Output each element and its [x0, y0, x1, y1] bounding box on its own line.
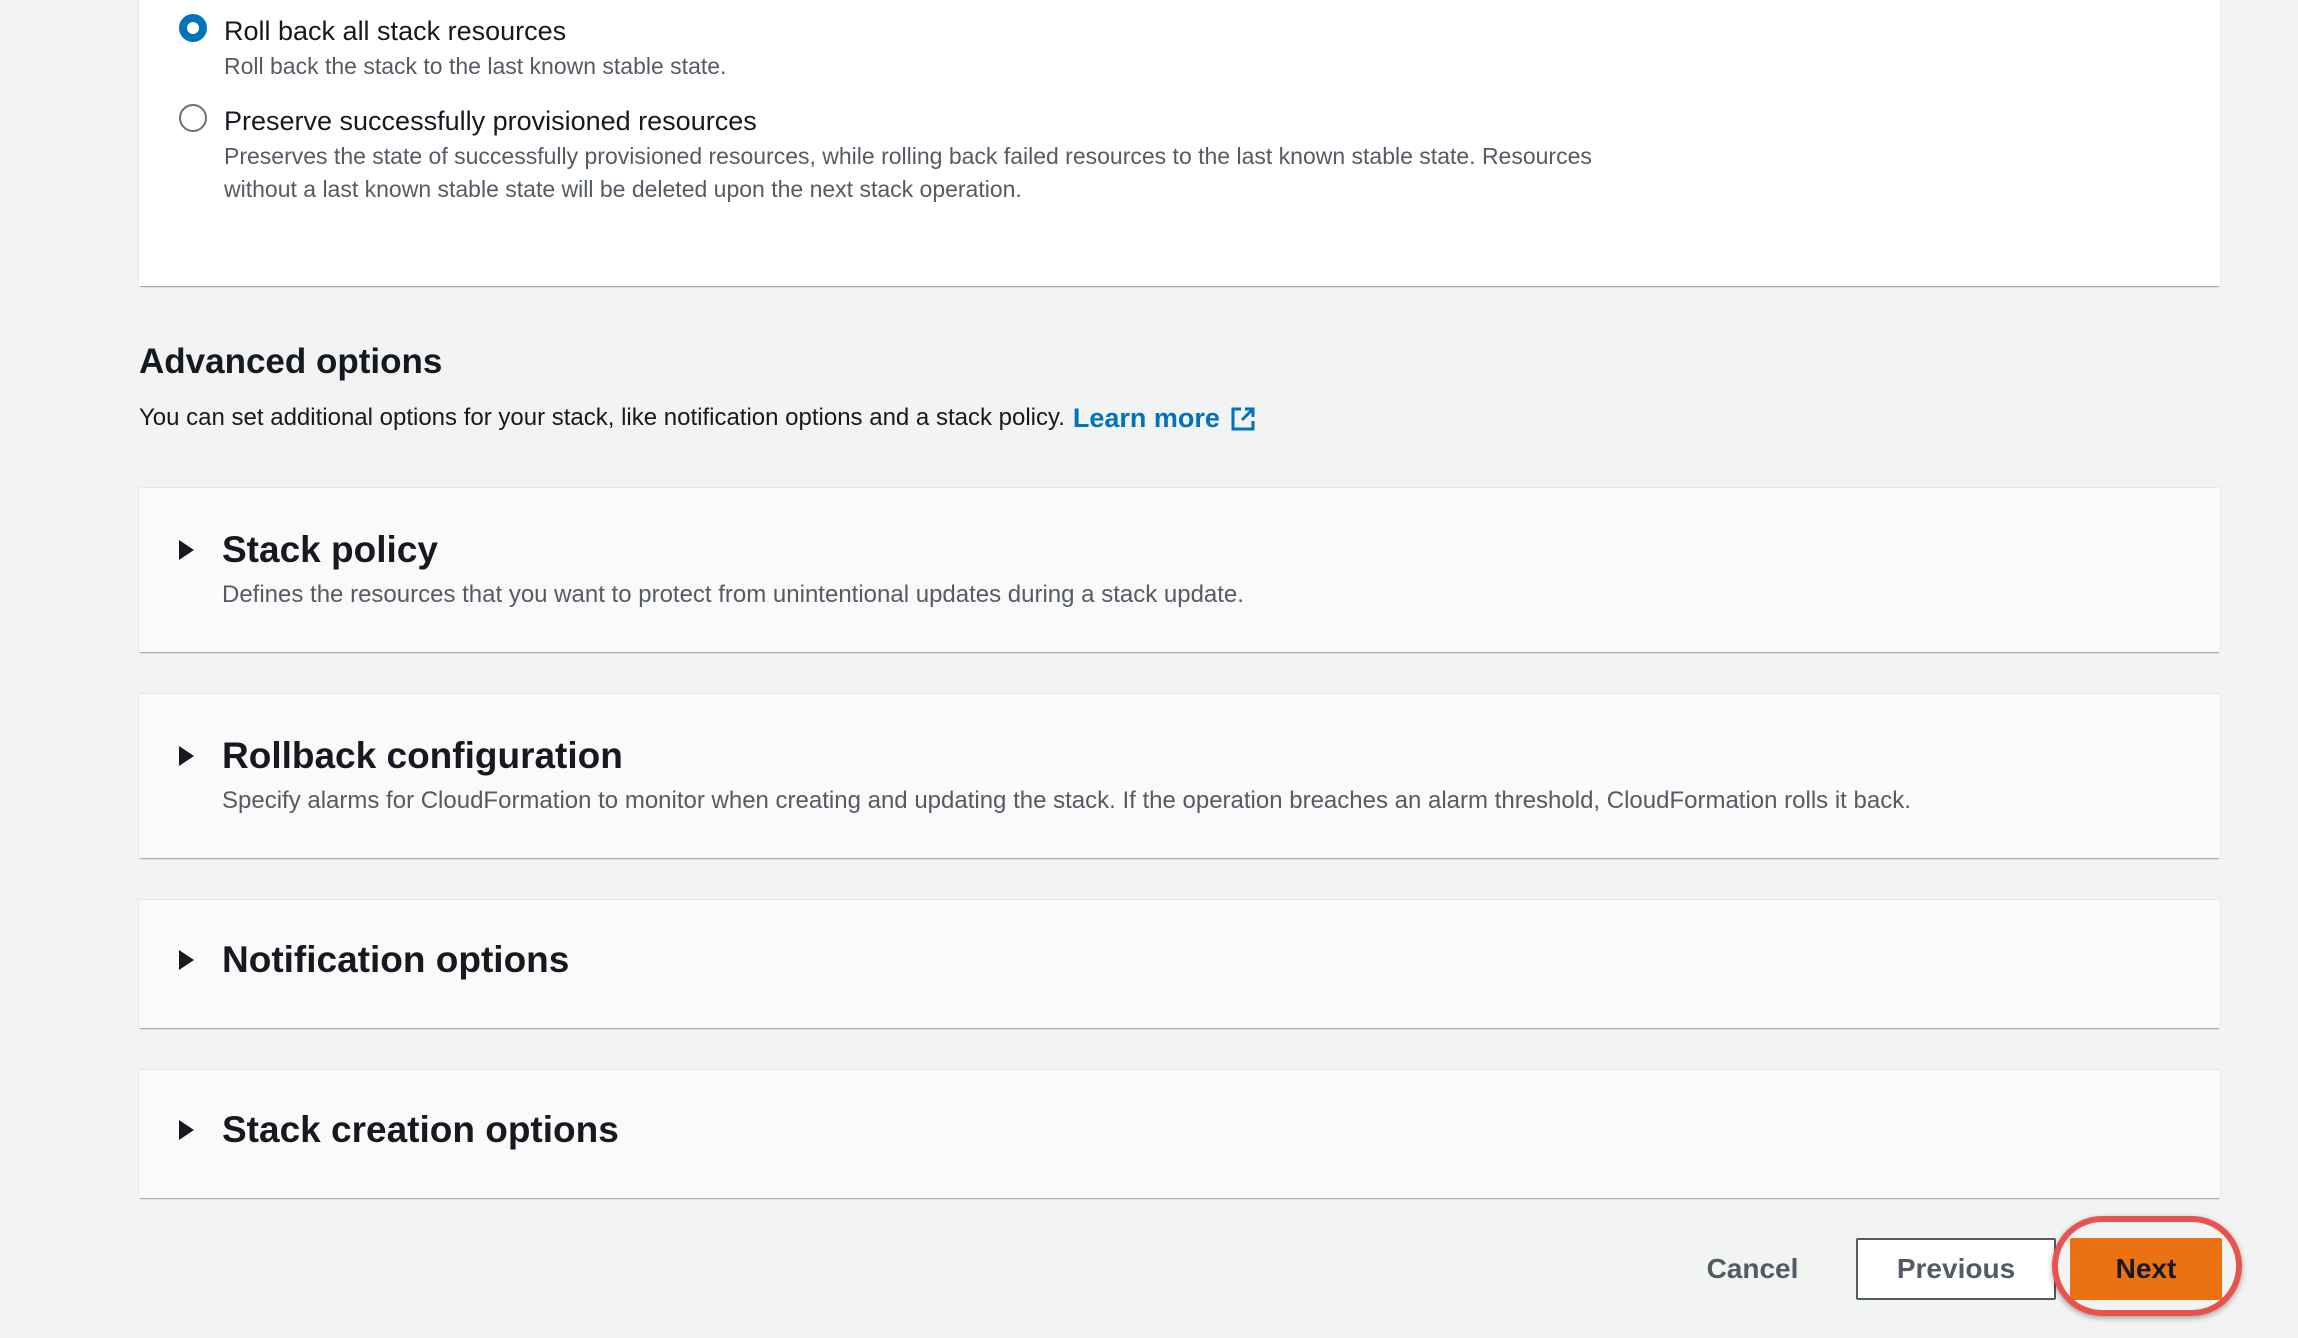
section-title: Stack creation options: [222, 1109, 619, 1150]
advanced-options-description: You can set additional options for your …: [139, 400, 1256, 436]
highlight-annotation: [2052, 1216, 2242, 1316]
radio-button-selected[interactable]: [179, 14, 207, 42]
cancel-button[interactable]: Cancel: [1680, 1238, 1825, 1300]
stack-policy-section: [139, 488, 2220, 652]
stack-policy-header[interactable]: Stack policy: [179, 528, 438, 572]
radio-description-line: Preserves the state of successfully prov…: [224, 143, 1592, 169]
advanced-options-text: You can set additional options for your …: [139, 404, 1065, 431]
previous-button[interactable]: Previous: [1856, 1238, 2056, 1300]
section-title: Notification options: [222, 939, 570, 980]
learn-more-label: Learn more: [1072, 403, 1220, 433]
stack-creation-options-header[interactable]: Stack creation options: [179, 1108, 619, 1152]
learn-more-link[interactable]: Learn more: [1073, 400, 1256, 436]
radio-button[interactable]: [179, 104, 207, 132]
radio-label: Preserve successfully provisioned resour…: [224, 106, 757, 136]
notification-options-header[interactable]: Notification options: [179, 938, 569, 982]
radio-option-preserve[interactable]: Preserve successfully provisioned resour…: [179, 104, 1592, 206]
rollback-configuration-header[interactable]: Rollback configuration: [179, 734, 623, 778]
advanced-options-title: Advanced options: [139, 342, 443, 381]
radio-description-line: without a last known stable state will b…: [224, 176, 1022, 202]
section-title: Stack policy: [222, 529, 438, 570]
section-description: Specify alarms for CloudFormation to mon…: [222, 787, 1911, 814]
caret-right-icon: [179, 950, 194, 970]
caret-right-icon: [179, 540, 194, 560]
radio-description: Roll back the stack to the last known st…: [224, 53, 727, 79]
external-link-icon: [1230, 405, 1256, 431]
section-title: Rollback configuration: [222, 735, 623, 776]
radio-description: Preserves the state of successfully prov…: [224, 140, 1592, 206]
caret-right-icon: [179, 746, 194, 766]
caret-right-icon: [179, 1120, 194, 1140]
section-description: Defines the resources that you want to p…: [222, 581, 1244, 608]
radio-option-rollback-all[interactable]: Roll back all stack resources Roll back …: [179, 14, 726, 83]
radio-label: Roll back all stack resources: [224, 16, 567, 46]
